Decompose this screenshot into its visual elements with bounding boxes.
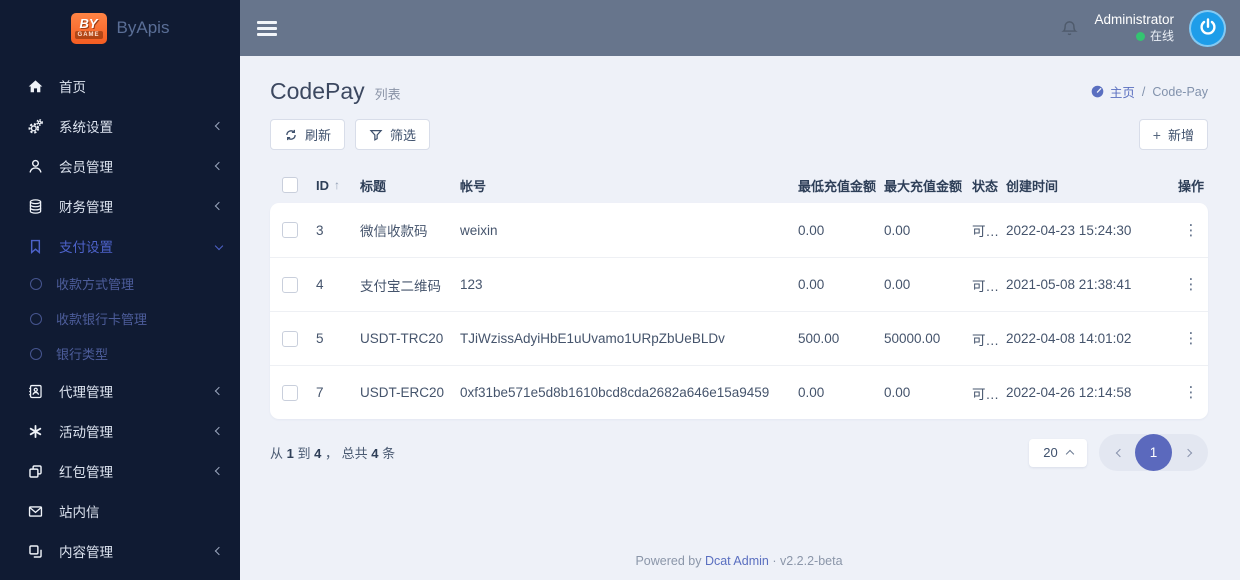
user-name: Administrator <box>1094 12 1174 28</box>
chevron-left-icon <box>214 201 224 211</box>
row-actions-button[interactable]: ⋮ <box>1184 384 1199 401</box>
app-footer: Powered by Dcat Admin · v2.2.2-beta <box>635 554 843 568</box>
overlapping-squares-icon <box>26 462 44 480</box>
online-status-icon <box>1135 31 1145 41</box>
page-size-select[interactable]: 20 <box>1029 438 1087 467</box>
table-header-row: ID ↑ 标题 帐号 最低充值金额 最大充值金额 状态 创建时间 操作 <box>270 167 1208 203</box>
main-area: Administrator 在线 CodePay 列表 主页 / Code-Pa… <box>240 0 1240 580</box>
database-icon <box>26 197 44 215</box>
user-avatar[interactable] <box>1189 9 1226 47</box>
sidebar-item-site-messages[interactable]: 站内信 <box>0 491 240 531</box>
sidebar-subitem-payment-methods[interactable]: 收款方式管理 <box>0 266 240 301</box>
brand: BY GAME ByApis <box>0 0 240 56</box>
breadcrumb: 主页 / Code-Pay <box>1090 82 1208 101</box>
home-icon <box>26 77 44 95</box>
circle-icon <box>30 312 42 325</box>
chevron-up-icon <box>1065 449 1074 458</box>
sidebar: BY GAME ByApis 首页 系统设置 会员管理 财务管理 支付设置 收款… <box>0 0 240 580</box>
sidebar-subitem-bank-types[interactable]: 银行类型 <box>0 336 240 371</box>
user-info[interactable]: Administrator 在线 <box>1094 12 1174 44</box>
status-badge: 可用 <box>972 224 999 239</box>
circle-icon <box>30 277 42 290</box>
breadcrumb-current: Code-Pay <box>1152 84 1208 99</box>
page-title: CodePay <box>270 78 365 104</box>
row-checkbox[interactable] <box>282 222 298 238</box>
address-book-icon <box>26 382 44 400</box>
table-row: 5 USDT-TRC20 TJiWzissAdyiHbE1uUvamo1URpZ… <box>270 311 1208 365</box>
topbar: Administrator 在线 <box>240 0 1240 56</box>
chevron-left-icon <box>214 426 224 436</box>
app-window: BY GAME ByApis 首页 系统设置 会员管理 财务管理 支付设置 收款… <box>0 0 1240 580</box>
breadcrumb-home-link[interactable]: 主页 <box>1090 82 1135 101</box>
user-icon <box>26 157 44 175</box>
row-actions-button[interactable]: ⋮ <box>1184 276 1199 293</box>
user-status-label: 在线 <box>1149 28 1174 43</box>
row-checkbox[interactable] <box>282 330 298 347</box>
dcat-admin-link[interactable]: Dcat Admin <box>705 554 769 568</box>
row-actions-button[interactable]: ⋮ <box>1184 222 1199 239</box>
sidebar-menu: 首页 系统设置 会员管理 财务管理 支付设置 收款方式管理 收款银行卡管理 银行… <box>0 56 240 571</box>
chevron-left-icon <box>214 121 224 131</box>
breadcrumb-separator: / <box>1141 84 1146 99</box>
table-row: 4 支付宝二维码 123 0.00 0.00 可用 2021-05-08 21:… <box>270 257 1208 311</box>
page-header: CodePay 列表 主页 / Code-Pay <box>270 78 1208 105</box>
dashboard-icon <box>1091 85 1104 98</box>
sidebar-item-activity-management[interactable]: 活动管理 <box>0 411 240 451</box>
next-page-button[interactable] <box>1174 439 1201 466</box>
row-checkbox[interactable] <box>282 276 298 293</box>
bookmark-icon <box>26 237 44 255</box>
row-actions-button[interactable]: ⋮ <box>1184 330 1199 347</box>
chevron-down-icon <box>214 241 224 251</box>
copy-icon <box>26 542 44 560</box>
chevron-left-icon <box>214 386 224 396</box>
filter-button[interactable]: 筛选 <box>355 119 431 150</box>
sidebar-item-home[interactable]: 首页 <box>0 66 240 106</box>
status-badge: 可用 <box>972 278 999 294</box>
pagination: 1 <box>1099 434 1208 471</box>
notifications-button[interactable] <box>1060 19 1079 38</box>
power-icon <box>1199 18 1216 35</box>
brand-name: ByApis <box>116 18 170 37</box>
page-subtitle: 列表 <box>374 87 401 102</box>
table-card: 3 微信收款码 weixin 0.00 0.00 可用 2022-04-23 1… <box>270 203 1208 419</box>
asterisk-icon <box>26 422 44 440</box>
table-row: 7 USDT-ERC20 0xf31be571e5d8b1610bcd8cda2… <box>270 365 1208 419</box>
chevron-left-icon <box>214 466 224 476</box>
table-row: 3 微信收款码 weixin 0.00 0.00 可用 2022-04-23 1… <box>270 203 1208 257</box>
row-checkbox[interactable] <box>282 384 298 401</box>
filter-icon <box>369 129 383 141</box>
sidebar-item-finance-management[interactable]: 财务管理 <box>0 186 240 226</box>
sidebar-item-agent-management[interactable]: 代理管理 <box>0 371 240 411</box>
select-all-checkbox[interactable] <box>282 177 298 193</box>
gears-icon <box>26 117 44 135</box>
status-badge: 可用 <box>972 386 999 402</box>
refresh-icon <box>286 129 296 140</box>
app-version: v2.2.2-beta <box>780 554 843 568</box>
toolbar: 刷新 筛选 + 新增 <box>270 119 1208 150</box>
sidebar-subitem-bank-cards[interactable]: 收款银行卡管理 <box>0 301 240 336</box>
current-page-button[interactable]: 1 <box>1135 434 1172 471</box>
chevron-left-icon <box>214 546 224 556</box>
sidebar-item-content-management[interactable]: 内容管理 <box>0 531 240 571</box>
sidebar-item-system-settings[interactable]: 系统设置 <box>0 106 240 146</box>
content: CodePay 列表 主页 / Code-Pay 刷新 筛选 + 新增 ID ↑… <box>240 56 1240 580</box>
sidebar-item-redpacket-management[interactable]: 红包管理 <box>0 451 240 491</box>
sort-asc-icon[interactable]: ↑ <box>334 178 340 192</box>
brand-logo: BY GAME <box>70 12 107 44</box>
table-footer: 从 1 到 4 ， 总共 4 条 20 1 <box>270 434 1208 471</box>
pagination-summary: 从 1 到 4 ， 总共 4 条 <box>270 446 396 461</box>
brand-logo-subtext: GAME <box>74 31 103 39</box>
envelope-icon <box>26 502 44 520</box>
refresh-button[interactable]: 刷新 <box>270 119 346 150</box>
sidebar-toggle-button[interactable] <box>257 20 277 36</box>
circle-icon <box>30 347 42 360</box>
prev-page-button[interactable] <box>1106 439 1133 466</box>
sidebar-item-payment-settings[interactable]: 支付设置 <box>0 226 240 266</box>
chevron-left-icon <box>214 161 224 171</box>
add-button[interactable]: + 新增 <box>1138 119 1208 150</box>
sidebar-item-member-management[interactable]: 会员管理 <box>0 146 240 186</box>
plus-icon: + <box>1152 126 1161 143</box>
status-badge: 可用 <box>972 332 999 348</box>
brand-logo-text: BY <box>79 16 98 31</box>
